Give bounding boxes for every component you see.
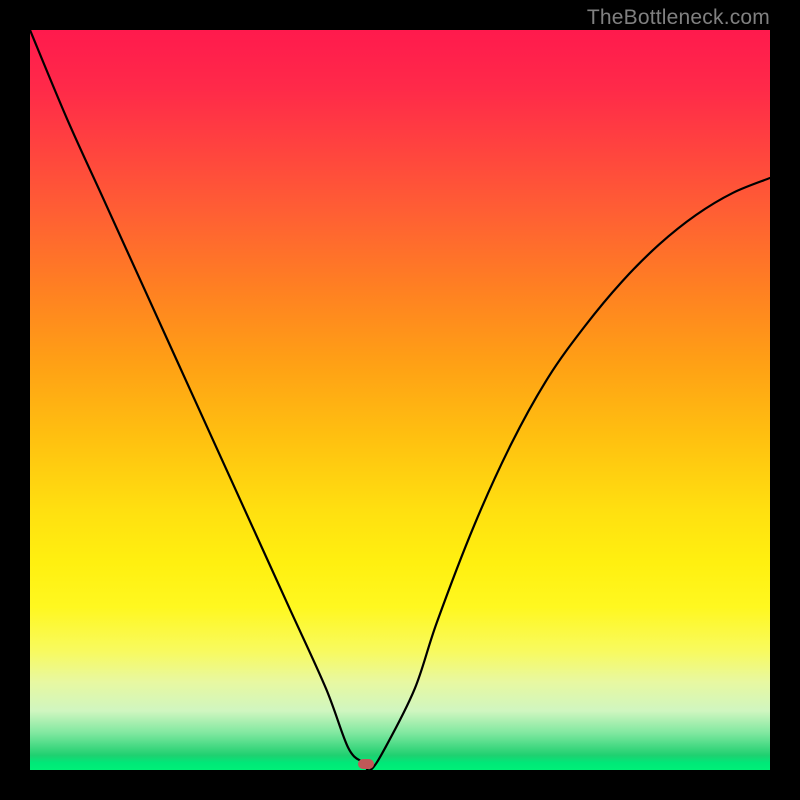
watermark-text: TheBottleneck.com — [587, 6, 770, 30]
curve-svg — [30, 30, 770, 770]
plot-area — [30, 30, 770, 770]
optimal-point-marker — [358, 759, 374, 769]
chart-frame: TheBottleneck.com — [0, 0, 800, 800]
bottleneck-curve-line — [30, 30, 770, 770]
